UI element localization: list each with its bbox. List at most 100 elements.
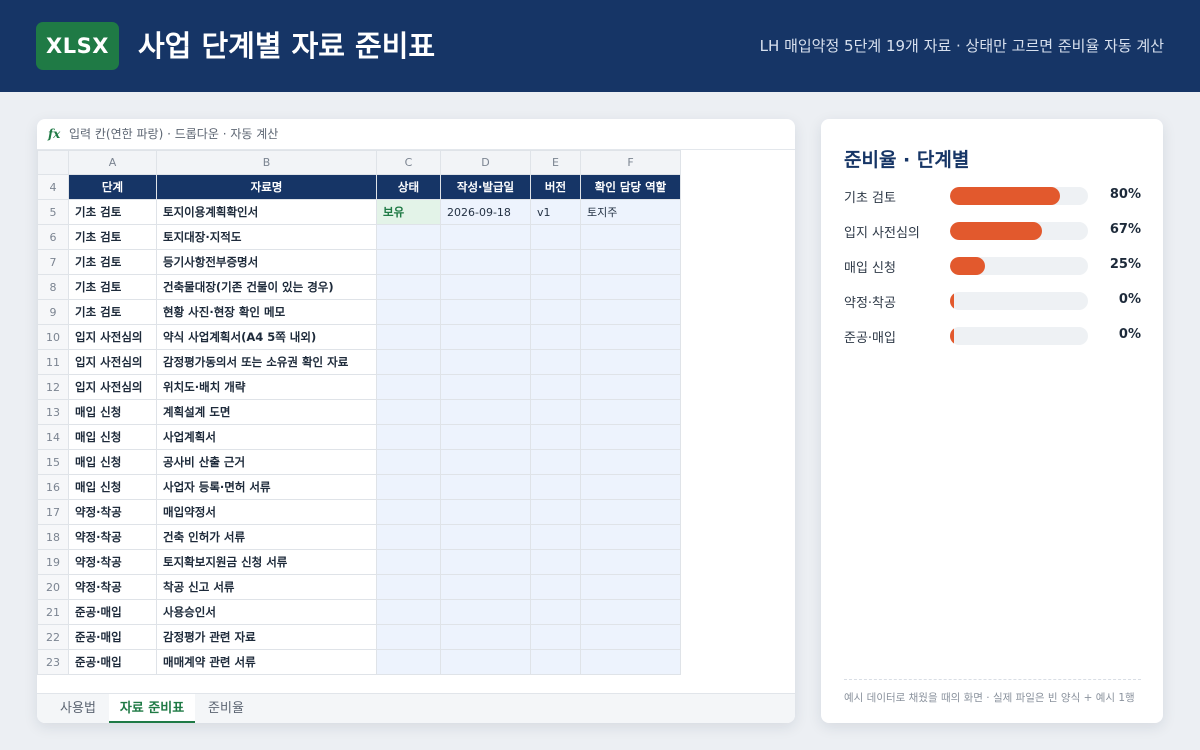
cell-document[interactable]: 등기사항전부증명서 (156, 249, 377, 275)
cell-date[interactable] (440, 449, 531, 475)
cell-status[interactable] (376, 524, 441, 550)
cell-version[interactable] (530, 549, 581, 575)
cell-date[interactable] (440, 549, 531, 575)
cell-date[interactable] (440, 224, 531, 250)
header-cell-version[interactable]: 버전 (530, 174, 581, 200)
cell-version[interactable] (530, 324, 581, 350)
column-header-e[interactable]: E (530, 150, 581, 175)
row-number[interactable]: 17 (37, 499, 69, 525)
row-number[interactable]: 18 (37, 524, 69, 550)
column-header-f[interactable]: F (580, 150, 681, 175)
cell-document[interactable]: 건축 인허가 서류 (156, 524, 377, 550)
cell-status[interactable] (376, 299, 441, 325)
cell-stage[interactable]: 입지 사전심의 (68, 374, 157, 400)
row-number[interactable]: 5 (37, 199, 69, 225)
cell-stage[interactable]: 기초 검토 (68, 299, 157, 325)
cell-owner[interactable] (580, 249, 681, 275)
cell-date[interactable] (440, 399, 531, 425)
cell-document[interactable]: 토지이용계획확인서 (156, 199, 377, 225)
header-cell-stage[interactable]: 단계 (68, 174, 157, 200)
cell-document[interactable]: 건축물대장(기존 건물이 있는 경우) (156, 274, 377, 300)
cell-stage[interactable]: 준공·매입 (68, 624, 157, 650)
row-number[interactable]: 14 (37, 424, 69, 450)
cell-date[interactable] (440, 524, 531, 550)
row-number[interactable]: 13 (37, 399, 69, 425)
cell-owner[interactable] (580, 474, 681, 500)
cell-version[interactable] (530, 424, 581, 450)
select-all-corner[interactable] (37, 150, 69, 175)
cell-document[interactable]: 공사비 산출 근거 (156, 449, 377, 475)
cell-stage[interactable]: 매입 신청 (68, 474, 157, 500)
cell-date[interactable] (440, 324, 531, 350)
row-number[interactable]: 23 (37, 649, 69, 675)
cell-stage[interactable]: 약정·착공 (68, 499, 157, 525)
cell-version[interactable] (530, 274, 581, 300)
formula-bar[interactable]: fx 입력 칸(연한 파랑) · 드롭다운 · 자동 계산 (37, 119, 795, 150)
cell-version[interactable] (530, 499, 581, 525)
row-number[interactable]: 22 (37, 624, 69, 650)
row-number[interactable]: 8 (37, 274, 69, 300)
cell-date[interactable]: 2026-09-18 (440, 199, 531, 225)
row-number[interactable]: 20 (37, 574, 69, 600)
cell-owner[interactable] (580, 524, 681, 550)
cell-owner[interactable] (580, 274, 681, 300)
cell-date[interactable] (440, 374, 531, 400)
cell-owner[interactable] (580, 349, 681, 375)
row-number[interactable]: 7 (37, 249, 69, 275)
cell-date[interactable] (440, 499, 531, 525)
cell-version[interactable] (530, 249, 581, 275)
row-number[interactable]: 4 (37, 174, 69, 200)
cell-stage[interactable]: 준공·매입 (68, 599, 157, 625)
cell-stage[interactable]: 약정·착공 (68, 549, 157, 575)
cell-status[interactable] (376, 224, 441, 250)
cell-status[interactable] (376, 374, 441, 400)
header-cell-document[interactable]: 자료명 (156, 174, 377, 200)
cell-stage[interactable]: 약정·착공 (68, 574, 157, 600)
column-header-b[interactable]: B (156, 150, 377, 175)
cell-version[interactable] (530, 224, 581, 250)
cell-stage[interactable]: 매입 신청 (68, 449, 157, 475)
cell-document[interactable]: 매매계약 관련 서류 (156, 649, 377, 675)
cell-status[interactable] (376, 499, 441, 525)
cell-version[interactable] (530, 524, 581, 550)
cell-owner[interactable] (580, 324, 681, 350)
cell-status[interactable] (376, 599, 441, 625)
cell-document[interactable]: 위치도·배치 개략 (156, 374, 377, 400)
row-number[interactable]: 11 (37, 349, 69, 375)
cell-owner[interactable] (580, 574, 681, 600)
cell-owner[interactable] (580, 399, 681, 425)
tab-readiness[interactable]: 준비율 (195, 694, 257, 723)
cell-stage[interactable]: 매입 신청 (68, 399, 157, 425)
cell-owner[interactable] (580, 549, 681, 575)
row-number[interactable]: 19 (37, 549, 69, 575)
cell-stage[interactable]: 매입 신청 (68, 424, 157, 450)
cell-owner[interactable] (580, 449, 681, 475)
column-header-d[interactable]: D (440, 150, 531, 175)
cell-status[interactable] (376, 574, 441, 600)
tab-usage[interactable]: 사용법 (47, 694, 109, 723)
cell-owner[interactable] (580, 599, 681, 625)
cell-stage[interactable]: 입지 사전심의 (68, 324, 157, 350)
cell-date[interactable] (440, 649, 531, 675)
cell-status[interactable] (376, 474, 441, 500)
cell-owner[interactable]: 토지주 (580, 199, 681, 225)
cell-date[interactable] (440, 474, 531, 500)
row-number[interactable]: 12 (37, 374, 69, 400)
cell-document[interactable]: 약식 사업계획서(A4 5쪽 내외) (156, 324, 377, 350)
cell-stage[interactable]: 약정·착공 (68, 524, 157, 550)
cell-date[interactable] (440, 599, 531, 625)
cell-document[interactable]: 토지대장·지적도 (156, 224, 377, 250)
cell-status[interactable] (376, 549, 441, 575)
cell-version[interactable] (530, 474, 581, 500)
cell-status[interactable] (376, 249, 441, 275)
header-cell-date[interactable]: 작성·발급일 (440, 174, 531, 200)
cell-version[interactable] (530, 599, 581, 625)
row-number[interactable]: 6 (37, 224, 69, 250)
cell-owner[interactable] (580, 424, 681, 450)
cell-status[interactable] (376, 399, 441, 425)
cell-version[interactable] (530, 299, 581, 325)
cell-status[interactable] (376, 424, 441, 450)
tab-document-checklist[interactable]: 자료 준비표 (109, 694, 195, 723)
column-header-c[interactable]: C (376, 150, 441, 175)
cell-owner[interactable] (580, 649, 681, 675)
